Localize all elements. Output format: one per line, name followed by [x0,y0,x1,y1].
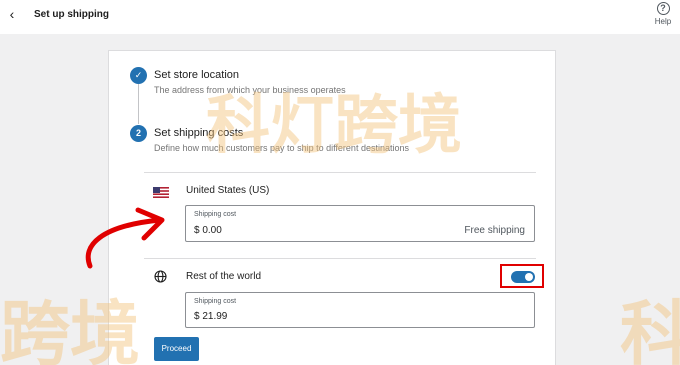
shipping-cost-label: Shipping cost [194,211,237,218]
shipping-cost-value: $ 21.99 [194,311,228,322]
shipping-cost-field-us[interactable]: Shipping cost $ 0.00 Free shipping [185,205,535,242]
watermark-logo: 科 [620,293,680,365]
step-description-shipping-costs: Define how much customers pay to ship to… [154,143,409,153]
toggle-knob [525,273,533,281]
chevron-left-icon[interactable]: ‹ [4,4,20,24]
free-shipping-hint: Free shipping [464,225,525,236]
help-button[interactable]: ? Help [650,2,676,26]
shipping-cost-value: $ 0.00 [194,225,222,236]
step-number-badge: 2 [130,125,147,142]
shipping-cost-label: Shipping cost [194,298,237,305]
top-bar: ‹ Set up shipping ? Help [0,0,680,34]
rest-of-world-toggle[interactable] [511,271,535,283]
page-title: Set up shipping [34,9,109,20]
region-name-us: United States (US) [186,185,270,196]
checkmark-icon: ✓ [130,67,147,84]
region-name-rest-of-world: Rest of the world [186,271,262,282]
us-flag-icon [153,185,169,203]
step-description-store-location: The address from which your business ope… [154,85,346,95]
step-title-store-location: Set store location [154,69,239,81]
step-title-shipping-costs: Set shipping costs [154,127,244,139]
question-circle-icon: ? [656,2,670,15]
help-label: Help [654,17,672,26]
step-connector [138,84,139,124]
annotation-arrow [78,204,170,275]
divider [144,258,536,259]
proceed-button[interactable]: Proceed [154,337,199,361]
shipping-cost-field-rest-of-world[interactable]: Shipping cost $ 21.99 [185,292,535,328]
divider [144,172,536,173]
